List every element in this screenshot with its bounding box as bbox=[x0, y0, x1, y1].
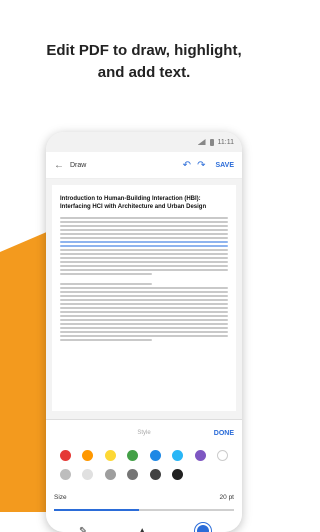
color-swatch[interactable] bbox=[105, 469, 116, 480]
text-line bbox=[60, 253, 228, 255]
back-arrow-icon[interactable]: ← bbox=[54, 160, 64, 171]
undo-icon[interactable]: ↶ bbox=[183, 160, 191, 171]
text-line bbox=[60, 265, 228, 267]
color-palette bbox=[54, 450, 234, 480]
text-line bbox=[60, 261, 228, 263]
text-line bbox=[60, 307, 228, 309]
color-swatch[interactable] bbox=[127, 450, 138, 461]
app-toolbar: ← Draw ↶ ↷ SAVE bbox=[46, 152, 242, 179]
style-panel: Style DONE Size 20 pt ✎ ▲ bbox=[46, 419, 242, 532]
highlighted-text-line[interactable] bbox=[60, 245, 228, 247]
text-line bbox=[60, 303, 228, 305]
text-line bbox=[60, 339, 152, 341]
color-swatch[interactable] bbox=[150, 450, 161, 461]
color-circle-icon[interactable] bbox=[197, 525, 209, 532]
text-line bbox=[60, 323, 228, 325]
color-swatch[interactable] bbox=[150, 469, 161, 480]
color-swatch[interactable] bbox=[172, 469, 183, 480]
highlighted-text-line[interactable] bbox=[60, 241, 228, 243]
color-swatch[interactable] bbox=[217, 450, 228, 461]
color-swatch[interactable] bbox=[60, 469, 71, 480]
text-line bbox=[60, 221, 228, 223]
document-title-line-1: Introduction to Human-Building Interacti… bbox=[60, 196, 201, 202]
color-swatch[interactable] bbox=[82, 469, 93, 480]
text-line bbox=[60, 291, 228, 293]
text-line bbox=[60, 327, 228, 329]
promo-line-2: and add text. bbox=[0, 62, 288, 84]
size-label: Size bbox=[54, 494, 67, 501]
status-time: 11:11 bbox=[218, 139, 234, 146]
text-line bbox=[60, 269, 228, 271]
color-swatch[interactable] bbox=[127, 469, 138, 480]
size-row: Size 20 pt bbox=[54, 494, 234, 501]
text-line bbox=[60, 217, 228, 219]
text-line bbox=[60, 237, 228, 239]
text-line bbox=[60, 225, 228, 227]
color-swatch[interactable] bbox=[105, 450, 116, 461]
color-swatch[interactable] bbox=[82, 450, 93, 461]
redo-icon[interactable]: ↷ bbox=[197, 160, 205, 171]
text-line bbox=[60, 315, 228, 317]
text-line bbox=[60, 331, 228, 333]
document-body-text bbox=[60, 217, 228, 341]
signal-icon bbox=[198, 139, 206, 145]
text-line bbox=[60, 295, 228, 297]
color-swatch[interactable] bbox=[60, 450, 71, 461]
toolbar-title: Draw bbox=[70, 162, 177, 169]
promo-line-1: Edit PDF to draw, highlight, bbox=[0, 40, 288, 62]
document-viewer[interactable]: Introduction to Human-Building Interacti… bbox=[46, 179, 242, 419]
phone-frame: 11:11 ← Draw ↶ ↷ SAVE Introduction to Hu… bbox=[46, 132, 242, 532]
highlighter-icon[interactable]: ▲ bbox=[137, 526, 147, 532]
text-line bbox=[60, 233, 228, 235]
color-swatch[interactable] bbox=[195, 450, 206, 461]
tool-row: ✎ ▲ bbox=[54, 525, 234, 532]
document-title-line-2: Interfacing HCI with Architecture and Ur… bbox=[60, 204, 206, 210]
text-line bbox=[60, 319, 228, 321]
done-button[interactable]: DONE bbox=[214, 430, 234, 437]
pen-icon[interactable]: ✎ bbox=[79, 526, 87, 532]
save-button[interactable]: SAVE bbox=[215, 162, 234, 169]
pdf-page[interactable]: Introduction to Human-Building Interacti… bbox=[52, 185, 236, 411]
text-line bbox=[60, 229, 228, 231]
size-slider-fill bbox=[54, 509, 139, 511]
text-line bbox=[60, 335, 228, 337]
battery-icon bbox=[210, 139, 214, 146]
style-panel-header: Style DONE bbox=[54, 424, 234, 442]
color-swatch[interactable] bbox=[172, 450, 183, 461]
document-title: Introduction to Human-Building Interacti… bbox=[60, 195, 228, 211]
status-bar: 11:11 bbox=[46, 132, 242, 152]
text-line bbox=[60, 287, 228, 289]
size-value: 20 pt bbox=[220, 494, 234, 501]
text-line bbox=[60, 311, 228, 313]
text-line bbox=[60, 249, 228, 251]
promo-headline: Edit PDF to draw, highlight, and add tex… bbox=[0, 40, 288, 84]
text-line bbox=[60, 273, 152, 275]
text-line bbox=[60, 299, 228, 301]
style-label: Style bbox=[137, 430, 150, 436]
text-line bbox=[60, 257, 228, 259]
size-slider[interactable] bbox=[54, 509, 234, 511]
section-heading-line bbox=[60, 283, 152, 285]
